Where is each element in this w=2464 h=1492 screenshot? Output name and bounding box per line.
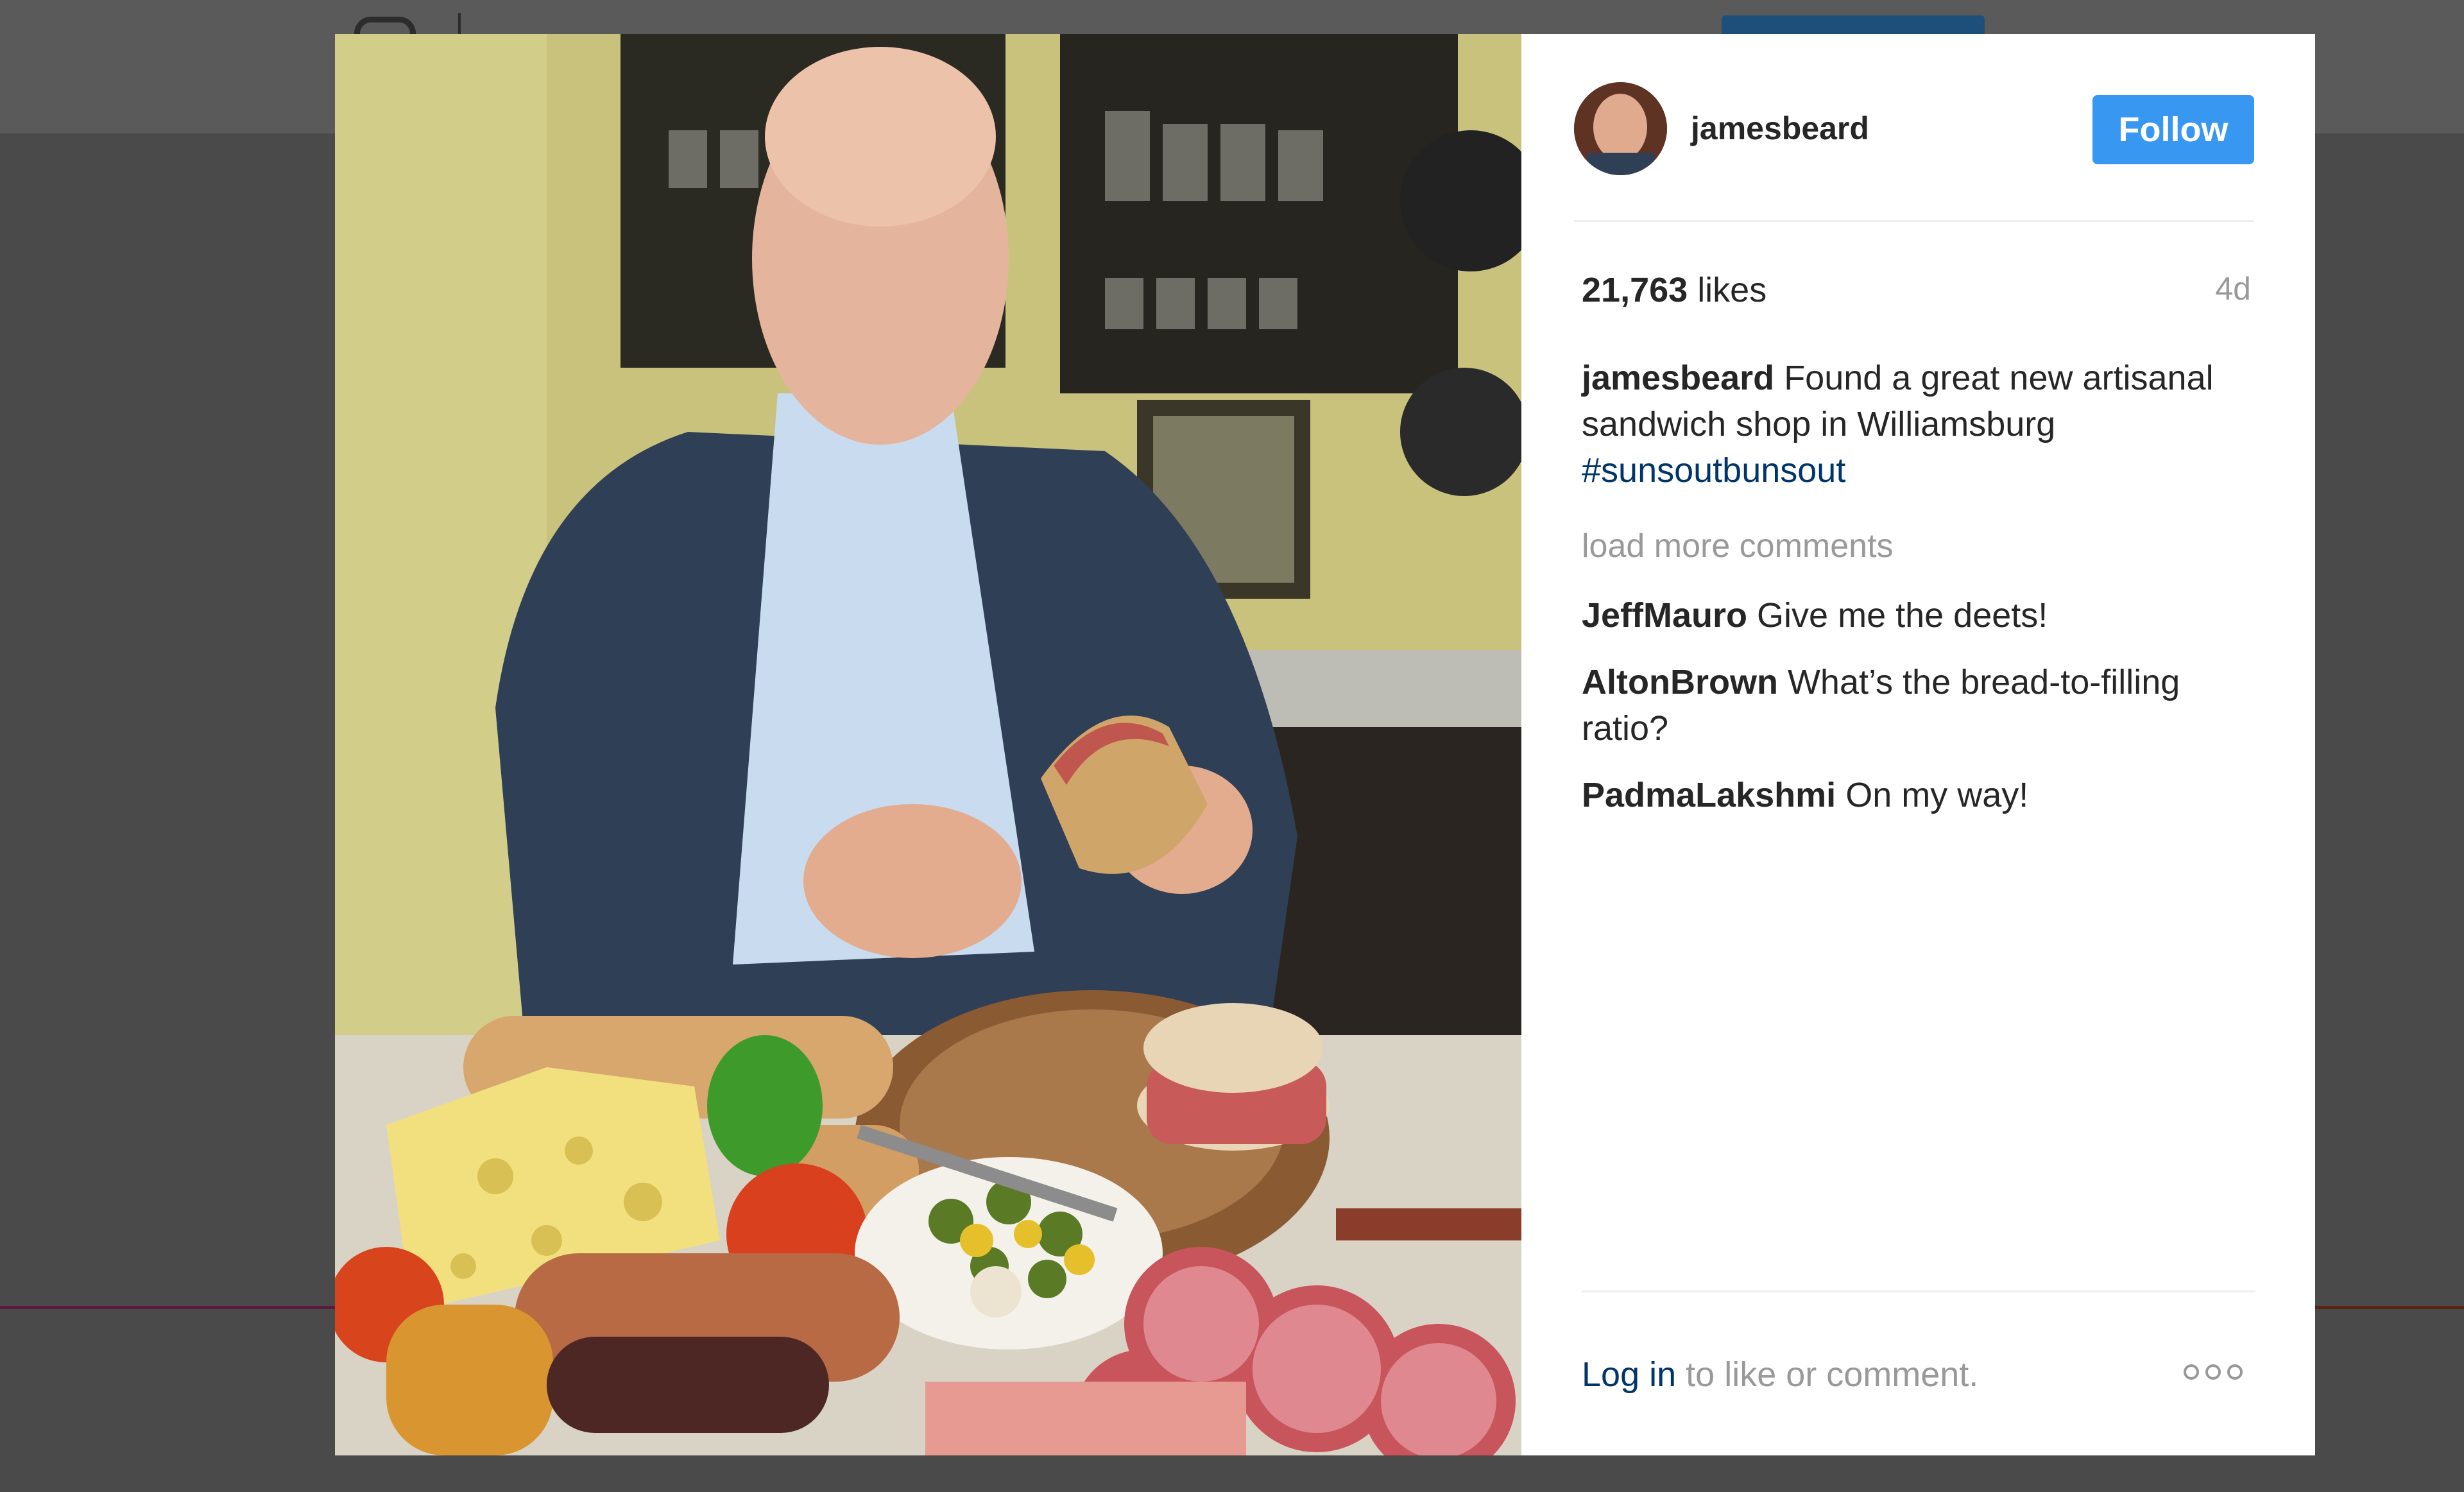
comment-username[interactable]: JeffMauro	[1582, 596, 1747, 635]
dot	[2184, 1364, 2199, 1380]
background-accent-line	[2314, 1306, 2464, 1309]
comment-item: AltonBrown What’s the bread-to-filling r…	[1582, 659, 2262, 751]
post-username[interactable]: jamesbeard	[1691, 110, 1869, 147]
post-photo-illustration	[335, 34, 1521, 1455]
follow-button[interactable]: Follow	[2092, 95, 2254, 164]
dot	[2227, 1364, 2243, 1380]
likes-label: likes	[1697, 271, 1767, 309]
comment-item: JeffMauro Give me the deets!	[1582, 592, 2262, 639]
comment-text: On my way!	[1845, 776, 2029, 814]
login-suffix: to like or comment.	[1686, 1355, 1979, 1394]
post-sidebar: jamesbeard Follow 21,763 likes 4d jamesb…	[1521, 34, 2315, 1455]
likes-count[interactable]: 21,763 likes	[1582, 270, 1767, 310]
caption-username[interactable]: jamesbeard	[1582, 359, 1774, 397]
avatar[interactable]	[1574, 82, 1667, 175]
more-options-icon[interactable]	[2184, 1364, 2243, 1380]
post-modal: jamesbeard Follow 21,763 likes 4d jamesb…	[335, 34, 2315, 1455]
login-prompt: Log in to like or comment.	[1582, 1355, 1978, 1394]
dot	[2205, 1364, 2221, 1380]
post-timestamp[interactable]: 4d	[2215, 270, 2251, 307]
footer-divider	[1582, 1290, 2255, 1292]
background-accent-line	[0, 1306, 337, 1309]
comment-item: PadmaLakshmi On my way!	[1582, 772, 2262, 818]
likes-number: 21,763	[1582, 271, 1688, 309]
avatar-image	[1574, 82, 1667, 175]
caption-hashtag[interactable]: #sunsoutbunsout	[1582, 447, 2262, 493]
comment-username[interactable]: PadmaLakshmi	[1582, 776, 1836, 814]
load-more-comments-link[interactable]: load more comments	[1582, 527, 1894, 565]
login-link[interactable]: Log in	[1582, 1355, 1676, 1394]
post-photo	[335, 34, 1521, 1455]
comment-username[interactable]: AltonBrown	[1582, 663, 1778, 701]
post-caption: jamesbeard Found a great new artisanal s…	[1582, 355, 2262, 493]
header-divider	[1574, 220, 2254, 222]
comment-text: Give me the deets!	[1757, 596, 2048, 635]
comment-list: JeffMauro Give me the deets! AltonBrown …	[1582, 592, 2262, 839]
